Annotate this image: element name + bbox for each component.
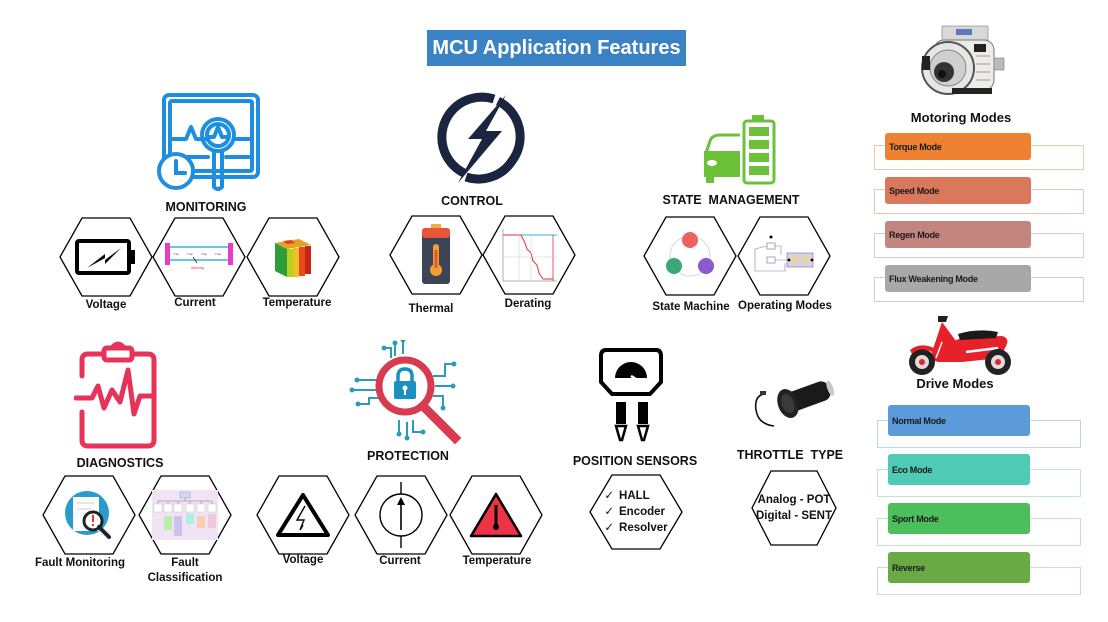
monitoring-voltage-hex — [59, 217, 153, 297]
battery-bolt-icon — [75, 239, 135, 275]
state-management-heading: STATE MANAGEMENT — [662, 193, 800, 207]
drive-mode-item: Normal Mode — [888, 405, 1030, 436]
drive-mode-item: Eco Mode — [888, 454, 1030, 485]
fault-classification-label-line1: Fault — [171, 557, 199, 569]
position-sensor-icon — [598, 346, 664, 442]
operating-modes-label: Operating Modes — [738, 300, 832, 312]
drive-mode-item: Reverse — [888, 552, 1030, 583]
state-machine-icon — [666, 232, 714, 277]
position-sensor-list: ✓ HALL ✓ Encoder ✓ Resolver — [604, 488, 667, 536]
monitoring-voltage-label: Voltage — [85, 299, 127, 311]
sensor-hall: HALL — [619, 490, 650, 502]
position-sensors-hex: ✓ HALL ✓ Encoder ✓ Resolver — [589, 474, 683, 550]
control-derating-hex — [482, 215, 576, 295]
position-sensor-item: ✓ Encoder — [604, 504, 667, 520]
throttle-digital: Digital - SENT — [755, 510, 833, 522]
scooter-image — [902, 312, 1020, 378]
throttle-analog: Analog - POT — [757, 494, 831, 506]
control-derating-label: Derating — [504, 298, 552, 310]
control-thermal-hex — [389, 215, 483, 295]
fault-search-icon — [65, 491, 111, 539]
check-icon: ✓ — [604, 522, 615, 534]
thermal-cube-icon — [275, 239, 311, 277]
protection-current-hex — [354, 475, 448, 555]
current-diagram-icon: Trap Trap Trap Trap Sensing — [165, 243, 233, 270]
protection-voltage-hex — [256, 475, 350, 555]
svg-text:Trap: Trap — [187, 252, 193, 256]
motor-image — [912, 22, 1008, 98]
throttle-type-heading: THROTTLE TYPE — [736, 448, 844, 462]
current-source-icon — [379, 482, 423, 548]
protection-temperature-hex — [449, 475, 543, 555]
protection-current-label: Current — [379, 555, 421, 567]
svg-text:Trap: Trap — [201, 252, 207, 256]
check-icon: ✓ — [604, 506, 615, 518]
motoring-mode-item: Regen Mode — [885, 221, 1031, 248]
battery-thermometer-icon — [422, 224, 450, 284]
protection-heading: PROTECTION — [367, 449, 449, 463]
check-icon: ✓ — [604, 490, 615, 502]
throttle-type-list: Analog - POT Digital - SENT — [756, 492, 832, 524]
position-sensor-item: ✓ HALL — [604, 488, 667, 504]
motoring-mode-item: Torque Mode — [885, 133, 1031, 160]
operating-modes-hex — [737, 216, 831, 296]
diagnostics-icon — [73, 340, 162, 450]
drive-modes-heading: Drive Modes — [916, 376, 994, 391]
protection-temperature-label: Temperature — [462, 555, 532, 567]
fault-tree-icon — [152, 490, 218, 540]
motoring-modes-heading: Motoring Modes — [910, 110, 1012, 125]
control-thermal-label: Thermal — [408, 303, 454, 315]
temperature-warning-icon — [469, 492, 523, 538]
high-voltage-warning-icon — [276, 493, 330, 537]
monitoring-temperature-hex — [246, 217, 340, 297]
monitoring-temperature-label: Temperature — [262, 297, 332, 309]
svg-text:Sensing: Sensing — [191, 266, 204, 270]
svg-text:Trap: Trap — [173, 252, 179, 256]
state-machine-hex — [643, 216, 737, 296]
fault-monitoring-hex — [42, 475, 136, 555]
state-management-icon — [700, 113, 780, 185]
throttle-icon — [752, 370, 838, 432]
control-icon — [436, 91, 528, 185]
sensor-encoder: Encoder — [619, 506, 666, 518]
drive-mode-item: Sport Mode — [888, 503, 1030, 534]
monitoring-current-label: Current — [174, 297, 216, 309]
control-heading: CONTROL — [441, 194, 503, 208]
monitoring-heading: MONITORING — [165, 200, 247, 214]
operating-modes-diagram-icon — [754, 235, 814, 272]
fault-monitoring-label: Fault Monitoring — [34, 557, 126, 569]
state-machine-label: State Machine — [652, 301, 730, 313]
position-sensors-heading: POSITION SENSORS — [572, 454, 698, 468]
sensor-resolver: Resolver — [619, 522, 668, 534]
motoring-mode-item: Speed Mode — [885, 177, 1031, 204]
derating-chart-icon — [502, 229, 557, 282]
protection-icon — [349, 337, 465, 445]
protection-voltage-label: Voltage — [282, 554, 324, 566]
motoring-mode-item: Flux Weakening Mode — [885, 265, 1031, 292]
throttle-type-hex: Analog - POT Digital - SENT — [751, 470, 837, 546]
monitoring-icon — [156, 91, 262, 195]
diagnostics-heading: DIAGNOSTICS — [76, 456, 164, 470]
fault-classification-label-line2: Classification — [147, 572, 223, 584]
position-sensor-item: ✓ Resolver — [604, 520, 667, 536]
fault-classification-hex — [138, 475, 232, 555]
page-title: MCU Application Features — [427, 30, 686, 66]
monitoring-current-hex: Trap Trap Trap Trap Sensing — [152, 217, 246, 297]
svg-text:Trap: Trap — [215, 252, 221, 256]
